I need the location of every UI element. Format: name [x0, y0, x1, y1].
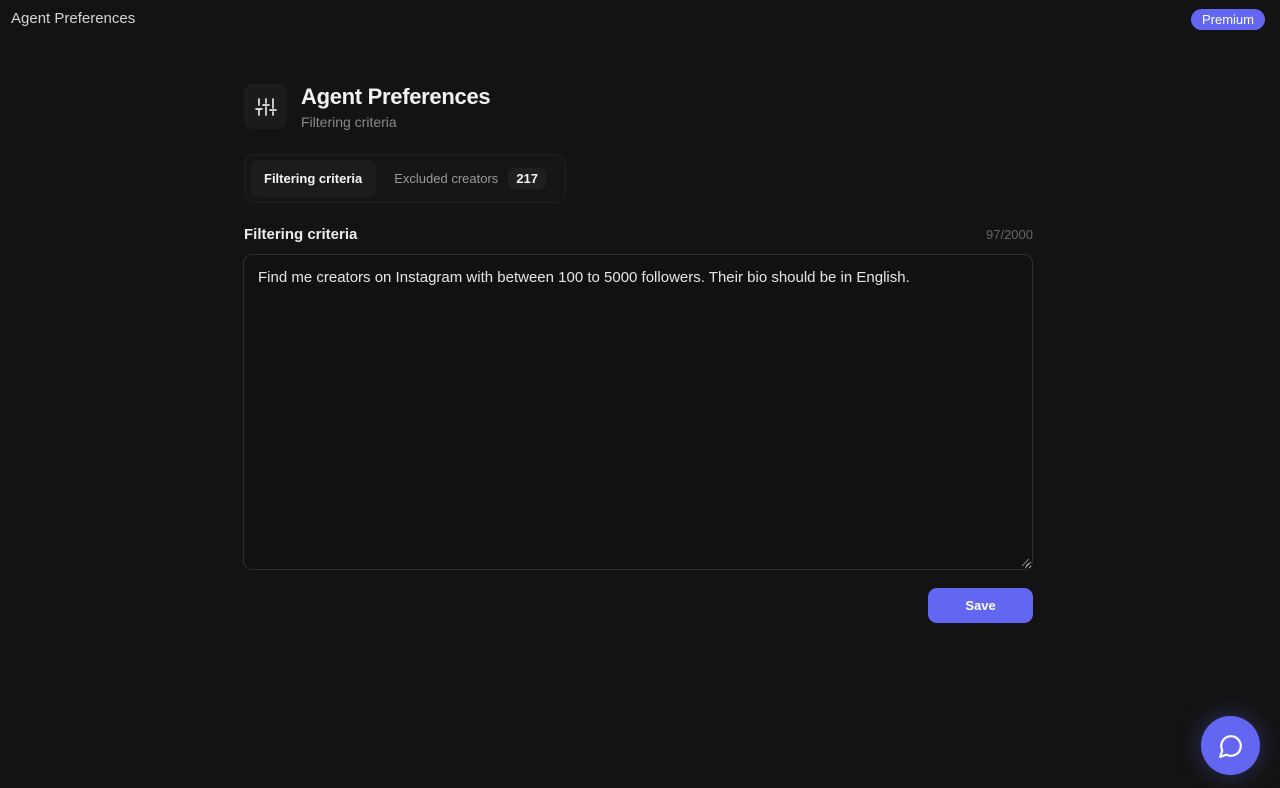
window-title: Agent Preferences: [11, 10, 136, 27]
tab-label: Excluded creators: [394, 171, 499, 186]
criteria-label: Filtering criteria: [244, 226, 358, 243]
character-counter: 97/2000: [986, 227, 1033, 242]
criteria-textarea[interactable]: Find me creators on Instagram with betwe…: [243, 254, 1033, 570]
tab-excluded-creators[interactable]: Excluded creators 217: [380, 160, 560, 197]
tab-label: Filtering criteria: [264, 171, 363, 186]
page-title: Agent Preferences: [301, 84, 491, 109]
resize-handle-icon[interactable]: [1020, 557, 1030, 567]
top-bar: Agent Preferences Premium: [0, 0, 1280, 40]
excluded-count-badge: 217: [508, 168, 547, 189]
save-button[interactable]: Save: [928, 588, 1033, 623]
tab-filtering-criteria[interactable]: Filtering criteria: [250, 160, 377, 197]
chat-bubble-icon: [1218, 734, 1242, 758]
premium-badge[interactable]: Premium: [1190, 9, 1265, 30]
tab-bar: Filtering criteria Excluded creators 217: [244, 154, 567, 203]
page-subtitle: Filtering criteria: [301, 114, 397, 130]
sliders-icon: [244, 84, 287, 129]
chat-button[interactable]: [1201, 716, 1260, 775]
